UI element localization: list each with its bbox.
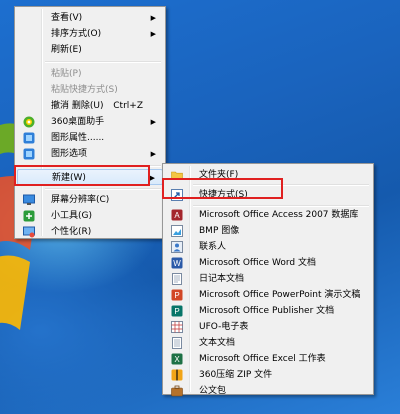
menu-item-label: 图形选项 <box>51 149 88 159</box>
submenu-item-label: BMP 图像 <box>199 226 240 236</box>
menu-item-label: 撤消 删除(U) <box>51 101 104 111</box>
menu-item-label: 粘贴快捷方式(S) <box>51 85 118 95</box>
new-menu-highlight-box <box>14 165 150 186</box>
submenu-item-word-document[interactable]: W Microsoft Office Word 文档 <box>165 255 371 271</box>
menu-item-label: 屏幕分辨率(C) <box>51 195 110 205</box>
menu-item-graphics-options[interactable]: 图形选项 ▶ <box>17 146 163 162</box>
submenu-item-360-zip-file[interactable]: 360压缩 ZIP 文件 <box>165 367 371 383</box>
submenu-item-label: 日记本文档 <box>199 274 245 284</box>
zip-archive-icon <box>171 369 183 381</box>
submenu-item-contact[interactable]: 联系人 <box>165 239 371 255</box>
excel-worksheet-icon: X <box>171 353 183 365</box>
word-document-icon: W <box>171 257 183 269</box>
svg-text:A: A <box>174 211 180 220</box>
menu-item-label: 查看(V) <box>51 13 83 23</box>
menu-item-360-desktop-assistant[interactable]: 360桌面助手 ▶ <box>17 114 163 130</box>
menu-item-sort-by[interactable]: 排序方式(O) ▶ <box>17 26 163 42</box>
screen-resolution-icon <box>23 194 35 205</box>
powerpoint-presentation-icon: P <box>171 289 183 301</box>
submenu-item-excel-worksheet[interactable]: X Microsoft Office Excel 工作表 <box>165 351 371 367</box>
gadgets-icon <box>23 210 35 222</box>
submenu-item-ufo-spreadsheet[interactable]: UFO-电子表 <box>165 319 371 335</box>
menu-separator <box>45 188 161 190</box>
graphics-options-icon <box>23 148 35 160</box>
submenu-arrow-icon: ▶ <box>150 14 156 22</box>
menu-item-label: 小工具(G) <box>51 211 92 221</box>
menu-item-undo-delete[interactable]: 撤消 删除(U) Ctrl+Z <box>17 98 163 114</box>
bmp-image-icon <box>171 225 183 237</box>
access-database-icon: A <box>171 209 183 221</box>
submenu-item-label: 联系人 <box>199 242 227 252</box>
menu-item-label: 个性化(R) <box>51 227 92 237</box>
svg-text:X: X <box>174 355 180 364</box>
menu-separator <box>45 61 161 63</box>
publisher-document-icon: P <box>171 305 183 317</box>
contact-icon <box>171 241 183 253</box>
submenu-item-briefcase[interactable]: 公文包 <box>165 383 371 399</box>
menu-item-paste-shortcut[interactable]: 粘贴快捷方式(S) <box>17 82 163 98</box>
ufo-spreadsheet-icon <box>171 321 183 333</box>
submenu-item-label: Microsoft Office PowerPoint 演示文稿 <box>199 290 361 300</box>
submenu-arrow-icon: ▶ <box>150 118 156 126</box>
submenu-item-label: Microsoft Office Word 文档 <box>199 258 316 268</box>
menu-item-gadgets[interactable]: 小工具(G) <box>17 208 163 224</box>
menu-item-graphics-properties[interactable]: 图形属性...... <box>17 130 163 146</box>
360-assistant-icon <box>23 116 35 128</box>
menu-item-paste[interactable]: 粘贴(P) <box>17 66 163 82</box>
shortcut-item-highlight-box <box>162 178 283 199</box>
personalize-icon <box>23 226 35 238</box>
menu-item-label: 刷新(E) <box>51 45 82 55</box>
menu-item-label: 粘贴(P) <box>51 69 82 79</box>
menu-item-view[interactable]: 查看(V) ▶ <box>17 10 163 26</box>
submenu-arrow-icon: ▶ <box>150 30 156 38</box>
text-document-icon <box>172 337 182 349</box>
svg-text:W: W <box>173 259 181 268</box>
menu-item-personalize[interactable]: 个性化(R) <box>17 224 163 240</box>
submenu-item-journal-document[interactable]: 日记本文档 <box>165 271 371 287</box>
graphics-properties-icon <box>23 132 35 144</box>
submenu-arrow-icon: ▶ <box>149 174 155 182</box>
desktop-context-menu: 查看(V) ▶ 排序方式(O) ▶ 刷新(E) 粘贴(P) 粘贴快捷方式(S) … <box>14 6 166 239</box>
menu-item-screen-resolution[interactable]: 屏幕分辨率(C) <box>17 192 163 208</box>
svg-text:P: P <box>174 291 179 300</box>
submenu-item-label: Microsoft Office Excel 工作表 <box>199 354 326 364</box>
submenu-item-label: UFO-电子表 <box>199 322 249 332</box>
submenu-item-access-database[interactable]: A Microsoft Office Access 2007 数据库 <box>165 207 371 223</box>
submenu-item-label: Microsoft Office Access 2007 数据库 <box>199 210 359 220</box>
submenu-item-bmp-image[interactable]: BMP 图像 <box>165 223 371 239</box>
submenu-arrow-icon: ▶ <box>150 150 156 158</box>
menu-item-refresh[interactable]: 刷新(E) <box>17 42 163 58</box>
menu-item-shortcut: Ctrl+Z <box>113 101 143 111</box>
submenu-item-label: 360压缩 ZIP 文件 <box>199 370 273 380</box>
submenu-item-label: 公文包 <box>199 386 227 396</box>
menu-item-label: 图形属性...... <box>51 133 105 143</box>
submenu-item-powerpoint-presentation[interactable]: P Microsoft Office PowerPoint 演示文稿 <box>165 287 371 303</box>
menu-item-label: 排序方式(O) <box>51 29 102 39</box>
svg-text:P: P <box>174 307 179 316</box>
submenu-item-label: Microsoft Office Publisher 文档 <box>199 306 335 316</box>
submenu-item-label: 文本文档 <box>199 338 236 348</box>
submenu-item-publisher-document[interactable]: P Microsoft Office Publisher 文档 <box>165 303 371 319</box>
journal-document-icon <box>172 273 182 285</box>
menu-item-label: 360桌面助手 <box>51 117 105 127</box>
submenu-item-text-document[interactable]: 文本文档 <box>165 335 371 351</box>
briefcase-icon <box>171 385 183 397</box>
